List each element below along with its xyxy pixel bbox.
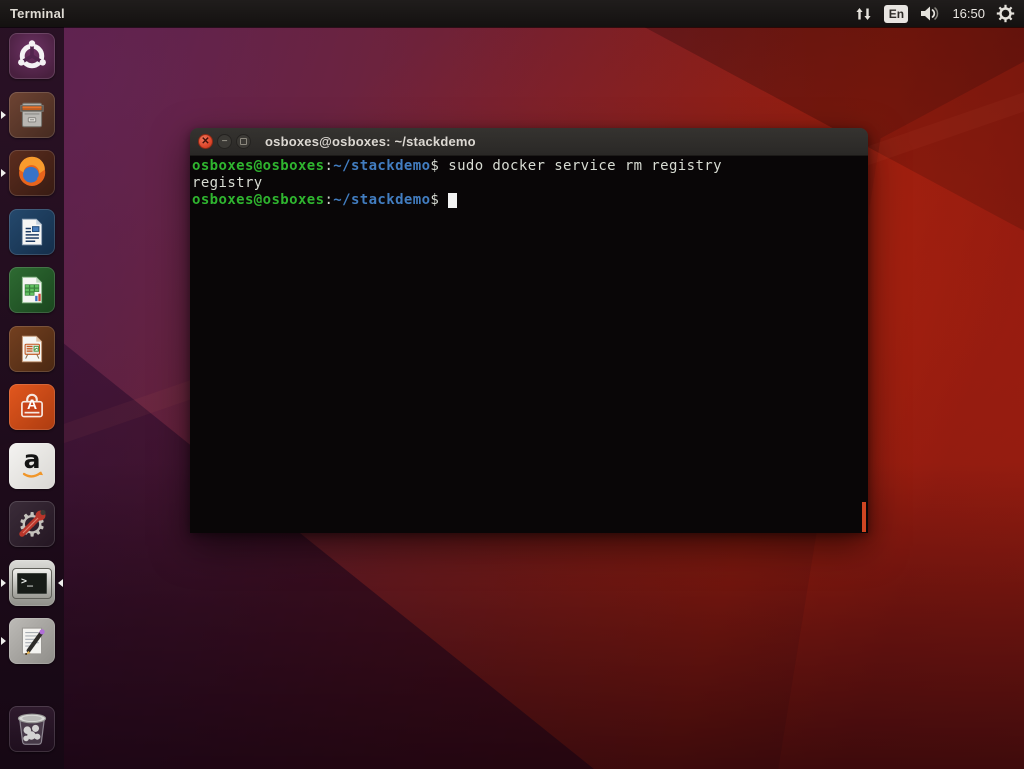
network-arrows-icon[interactable] [854, 6, 873, 22]
running-indicator [1, 169, 6, 177]
unity-launcher: A a ⚙ [0, 27, 64, 769]
keyboard-layout-indicator[interactable]: En [884, 5, 908, 23]
launcher-item-software[interactable]: A [0, 384, 64, 430]
launcher-item-calc[interactable] [0, 267, 64, 313]
maximize-button[interactable] [236, 134, 251, 149]
launcher-item-dash[interactable] [0, 33, 64, 79]
running-indicator [1, 111, 6, 119]
libreoffice-impress-icon [15, 332, 49, 366]
window-titlebar[interactable]: ✕ − osboxes@osboxes: ~/stackdemo [190, 128, 868, 156]
trash-icon [13, 709, 51, 749]
launcher-item-impress[interactable] [0, 326, 64, 372]
focused-indicator [58, 579, 63, 587]
launcher-item-settings[interactable]: ⚙ [0, 501, 64, 547]
running-indicator [1, 579, 6, 587]
running-indicator [1, 637, 6, 645]
terminal-scrollbar[interactable] [862, 502, 866, 532]
output-text: registry [192, 175, 263, 191]
terminal-line: osboxes@osboxes:~/stackdemo$sudo docker … [192, 158, 868, 175]
terminal-window: ✕ − osboxes@osboxes: ~/stackdemo osboxes… [190, 128, 868, 532]
ubuntu-logo-icon [15, 39, 49, 73]
firefox-icon [14, 155, 50, 191]
terminal-icon: >_ [12, 568, 52, 599]
terminal-cursor [448, 193, 457, 208]
terminal-output-area[interactable]: osboxes@osboxes:~/stackdemo$ sudo docker … [190, 156, 868, 533]
launcher-item-files[interactable] [0, 92, 64, 138]
launcher-item-terminal[interactable]: >_ [0, 560, 64, 606]
command-text: sudo docker service rm registry [448, 158, 722, 174]
active-app-title: Terminal [10, 6, 65, 21]
wrench-icon [9, 501, 55, 547]
launcher-item-firefox[interactable] [0, 150, 64, 196]
amazon-swoosh-icon [15, 449, 49, 483]
session-gear-icon[interactable] [996, 4, 1015, 23]
minimize-button[interactable]: − [217, 134, 232, 149]
text-editor-icon [14, 623, 50, 659]
terminal-line: osboxes@osboxes:~/stackdemo$ [192, 192, 868, 209]
launcher-item-writer[interactable] [0, 209, 64, 255]
close-button[interactable]: ✕ [198, 134, 213, 149]
window-title: osboxes@osboxes: ~/stackdemo [265, 134, 476, 149]
system-tray: En 16:50 [854, 4, 1024, 23]
software-letter: A [27, 396, 37, 412]
clock[interactable]: 16:50 [952, 6, 985, 21]
volume-icon[interactable] [919, 5, 941, 22]
launcher-item-text-editor[interactable] [0, 618, 64, 664]
file-manager-icon [15, 98, 49, 132]
desktop: Terminal En 16:50 [0, 0, 1024, 769]
top-panel: Terminal En 16:50 [0, 0, 1024, 27]
launcher-item-trash[interactable] [0, 706, 64, 752]
libreoffice-writer-icon [15, 215, 49, 249]
launcher-item-amazon[interactable]: a [0, 443, 64, 489]
terminal-line: registry [192, 175, 868, 192]
libreoffice-calc-icon [15, 273, 49, 307]
